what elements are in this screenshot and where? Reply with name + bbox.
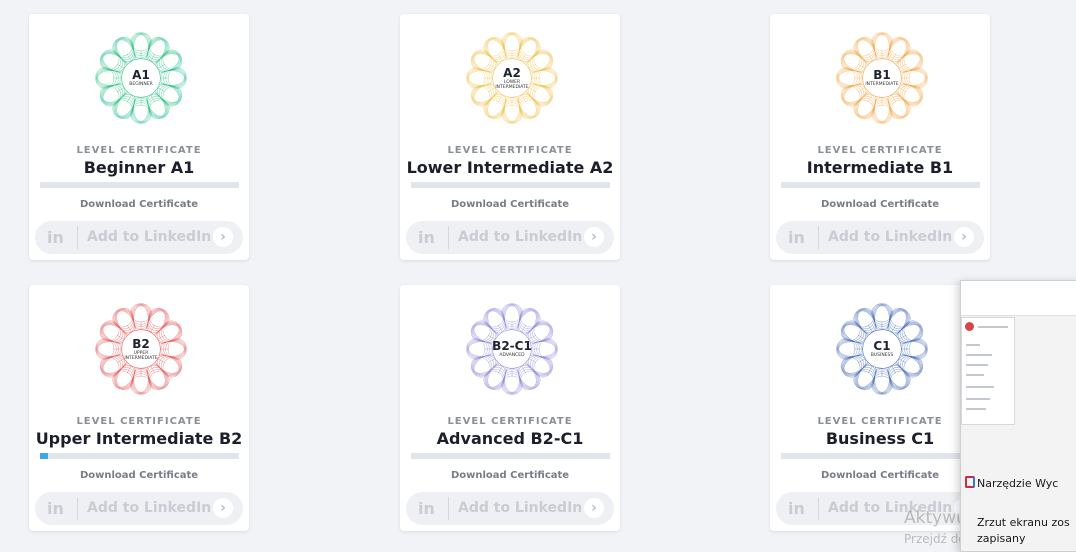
progress-bar bbox=[40, 182, 239, 188]
thumbnail-line bbox=[978, 326, 1008, 328]
snipping-tool-notification[interactable]: Narzędzie Wyc Zrzut ekranu zos zapisany bbox=[960, 280, 1076, 552]
linkedin-icon: in bbox=[418, 228, 435, 247]
linkedin-icon: in bbox=[418, 499, 435, 518]
linkedin-icon: in bbox=[47, 499, 64, 518]
linkedin-label: Add to LinkedIn bbox=[458, 229, 583, 245]
download-certificate-link[interactable]: Download Certificate bbox=[770, 199, 990, 210]
card-title: Lower Intermediate A2 bbox=[406, 158, 614, 177]
divider bbox=[818, 226, 819, 249]
divider bbox=[77, 497, 78, 520]
thumbnail-line bbox=[966, 374, 984, 376]
download-certificate-link[interactable]: Download Certificate bbox=[29, 199, 249, 210]
certificate-card-b2: B2 UPPER INTERMEDIATE LEVEL CERTIFICATE … bbox=[29, 285, 249, 531]
certificate-seal-icon: C1 BUSINESS bbox=[836, 303, 928, 395]
divider bbox=[448, 497, 449, 520]
seal-code: A1 bbox=[132, 68, 150, 82]
linkedin-icon: in bbox=[788, 228, 805, 247]
thumbnail-line bbox=[966, 408, 986, 410]
card-kicker: LEVEL CERTIFICATE bbox=[76, 416, 202, 427]
progress-bar bbox=[781, 182, 980, 188]
seal-subtitle: BUSINESS bbox=[870, 353, 894, 358]
certificate-card-a2: A2 LOWER INTERMEDIATE LEVEL CERTIFICATE … bbox=[400, 14, 620, 260]
notification-header bbox=[961, 281, 1076, 316]
certificate-seal-icon: B1 INTERMEDIATE bbox=[836, 32, 928, 124]
download-certificate-link[interactable]: Download Certificate bbox=[770, 470, 990, 481]
thumbnail-line bbox=[966, 364, 988, 366]
divider bbox=[818, 497, 819, 520]
add-to-linkedin-button[interactable]: in Add to LinkedIn › bbox=[35, 492, 243, 525]
add-to-linkedin-button[interactable]: in Add to LinkedIn › bbox=[406, 492, 614, 525]
card-title: Advanced B2-C1 bbox=[436, 429, 584, 448]
progress-bar bbox=[411, 182, 610, 188]
card-title: Business C1 bbox=[825, 429, 935, 448]
seal-code: C1 bbox=[873, 339, 891, 353]
download-certificate-link[interactable]: Download Certificate bbox=[29, 470, 249, 481]
progress-fill bbox=[40, 453, 48, 459]
linkedin-label: Add to LinkedIn bbox=[87, 229, 212, 245]
card-kicker: LEVEL CERTIFICATE bbox=[76, 145, 202, 156]
seal-subtitle: UPPER INTERMEDIATE bbox=[124, 350, 158, 361]
certificate-card-a1: A1 BEGINNER LEVEL CERTIFICATE Beginner A… bbox=[29, 14, 249, 260]
card-kicker: LEVEL CERTIFICATE bbox=[447, 416, 573, 427]
linkedin-label: Add to LinkedIn bbox=[458, 500, 583, 516]
chevron-right-icon: › bbox=[584, 227, 604, 247]
thumbnail-line bbox=[966, 354, 992, 356]
certificate-card-c1: C1 BUSINESS LEVEL CERTIFICATE Business C… bbox=[770, 285, 990, 531]
chevron-right-icon: › bbox=[954, 227, 974, 247]
divider bbox=[448, 226, 449, 249]
thumbnail-logo-icon bbox=[965, 322, 974, 331]
card-kicker: LEVEL CERTIFICATE bbox=[817, 416, 943, 427]
card-kicker: LEVEL CERTIFICATE bbox=[817, 145, 943, 156]
card-title: Intermediate B1 bbox=[806, 158, 954, 177]
seal-code: A2 bbox=[503, 65, 521, 80]
seal-subtitle: BEGINNER bbox=[129, 82, 153, 87]
certificate-seal-icon: A2 LOWER INTERMEDIATE bbox=[466, 32, 558, 124]
chevron-right-icon: › bbox=[213, 498, 233, 518]
app-name-label: Narzędzie Wyc bbox=[977, 477, 1059, 490]
progress-bar bbox=[781, 453, 980, 459]
add-to-linkedin-button[interactable]: in Add to LinkedIn › bbox=[406, 221, 614, 254]
download-certificate-link[interactable]: Download Certificate bbox=[400, 199, 620, 210]
certificate-seal-icon: B2-C1 ADVANCED bbox=[466, 303, 558, 395]
seal-subtitle: ADVANCED bbox=[499, 353, 525, 358]
card-title: Upper Intermediate B2 bbox=[35, 429, 243, 448]
card-title: Beginner A1 bbox=[83, 158, 195, 177]
linkedin-label: Add to LinkedIn bbox=[87, 500, 212, 516]
chevron-right-icon: › bbox=[213, 227, 233, 247]
notification-message: Zrzut ekranu zos zapisany bbox=[977, 516, 1070, 545]
add-to-linkedin-button[interactable]: in Add to LinkedIn › bbox=[35, 221, 243, 254]
seal-code: B1 bbox=[873, 68, 891, 82]
snipping-tool-icon bbox=[965, 476, 975, 488]
thumbnail-line bbox=[966, 344, 980, 346]
certificate-card-b1: B1 INTERMEDIATE LEVEL CERTIFICATE Interm… bbox=[770, 14, 990, 260]
linkedin-icon: in bbox=[47, 228, 64, 247]
divider bbox=[77, 226, 78, 249]
certificate-seal-icon: B2 UPPER INTERMEDIATE bbox=[95, 303, 187, 395]
thumbnail-line bbox=[966, 398, 990, 400]
linkedin-label: Add to LinkedIn bbox=[828, 229, 953, 245]
progress-bar bbox=[411, 453, 610, 459]
thumbnail-line bbox=[966, 386, 994, 388]
seal-subtitle: LOWER INTERMEDIATE bbox=[495, 79, 529, 90]
seal-code: B2-C1 bbox=[492, 339, 532, 353]
chevron-right-icon: › bbox=[584, 498, 604, 518]
seal-code: B2 bbox=[132, 336, 150, 351]
add-to-linkedin-button[interactable]: in Add to LinkedIn › bbox=[776, 221, 984, 254]
certificate-seal-icon: A1 BEGINNER bbox=[95, 32, 187, 124]
screenshot-thumbnail[interactable] bbox=[961, 317, 1015, 425]
seal-subtitle: INTERMEDIATE bbox=[865, 82, 899, 87]
linkedin-icon: in bbox=[788, 499, 805, 518]
download-certificate-link[interactable]: Download Certificate bbox=[400, 470, 620, 481]
notification-app-name: Narzędzie Wyc bbox=[965, 476, 1059, 490]
card-kicker: LEVEL CERTIFICATE bbox=[447, 145, 573, 156]
certificate-card-b2-c1: B2-C1 ADVANCED LEVEL CERTIFICATE Advance… bbox=[400, 285, 620, 531]
progress-bar bbox=[40, 453, 239, 459]
